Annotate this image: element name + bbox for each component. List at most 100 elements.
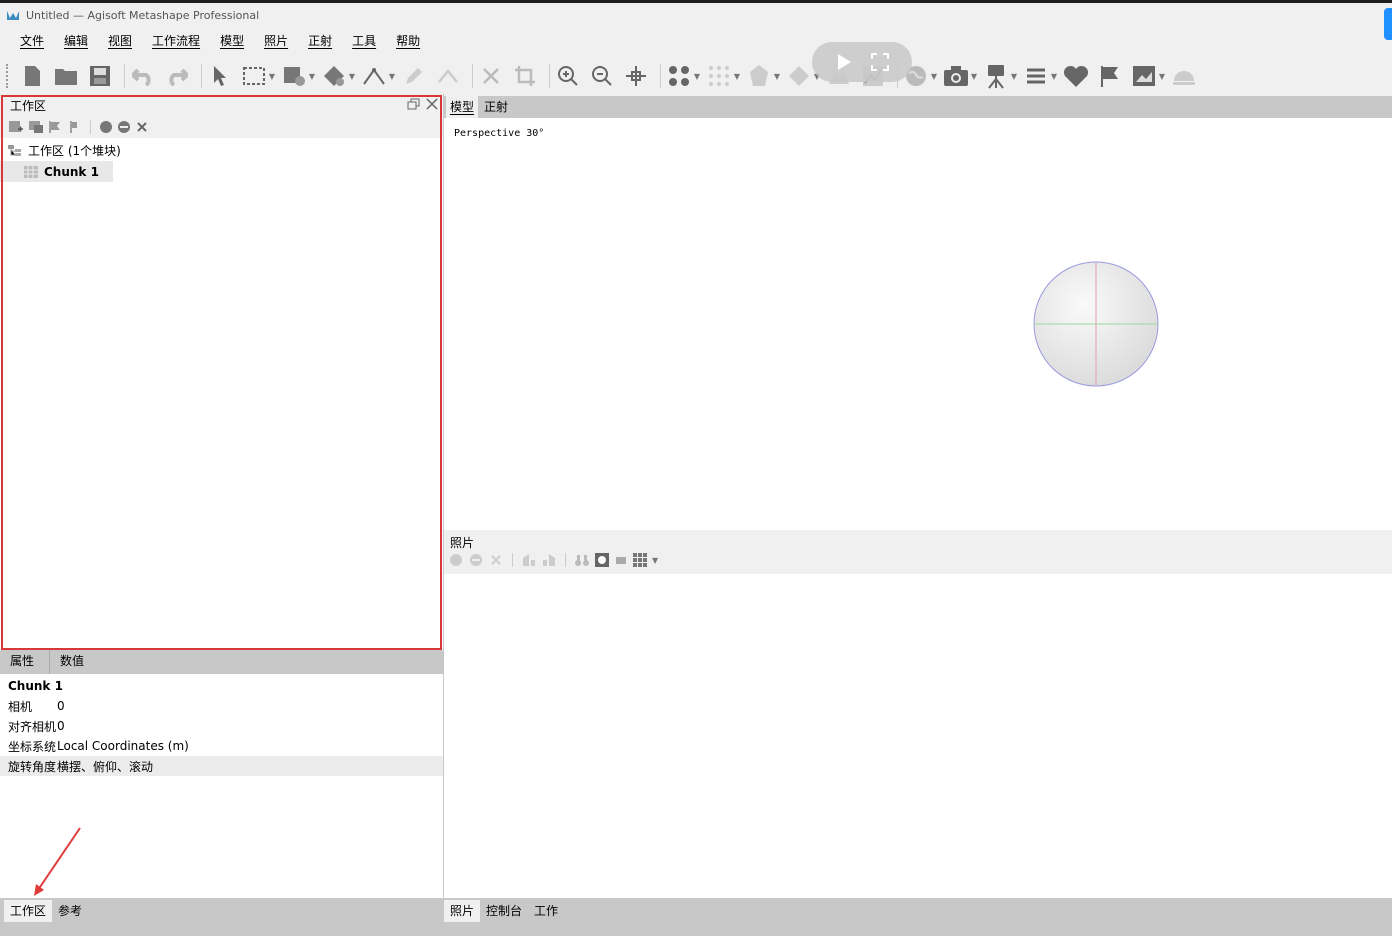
tab-photos[interactable]: 照片 — [444, 900, 481, 922]
tab-ortho[interactable]: 正射 — [480, 96, 512, 118]
camera-tripod-icon[interactable] — [982, 62, 1010, 90]
tab-jobs[interactable]: 工作 — [528, 900, 564, 922]
redo-icon[interactable] — [163, 62, 191, 90]
undo-icon[interactable] — [129, 62, 157, 90]
marker-tool-icon[interactable] — [320, 62, 348, 90]
heart-marker-icon[interactable] — [1062, 62, 1090, 90]
pencil-icon[interactable] — [400, 62, 428, 90]
dense-points-icon[interactable] — [705, 62, 733, 90]
tab-console[interactable]: 控制台 — [480, 900, 528, 922]
chevron-down-icon[interactable]: ▼ — [693, 62, 701, 90]
menu-workflow[interactable]: 工作流程 — [142, 28, 210, 54]
toolbar-separator — [512, 553, 513, 567]
add-photos-icon[interactable] — [28, 120, 44, 134]
image-icon[interactable] — [1130, 62, 1158, 90]
toolbar-separator — [549, 64, 550, 88]
tiled-model-icon[interactable] — [785, 62, 813, 90]
column-value[interactable]: 数值 — [50, 650, 94, 674]
metashape-window: Untitled — Agisoft Metashape Professiona… — [0, 0, 1392, 936]
chevron-down-icon[interactable]: ▼ — [1050, 62, 1058, 90]
crop-icon[interactable] — [511, 62, 539, 90]
flag-icon[interactable] — [1096, 62, 1124, 90]
workspace-root-item[interactable]: 工作区 (1个堆块) — [0, 140, 443, 161]
toolbar-separator — [124, 64, 125, 88]
reset-view-icon[interactable] — [622, 62, 650, 90]
fullscreen-icon[interactable] — [871, 53, 889, 71]
property-key: 对齐相机 — [8, 719, 57, 734]
save-icon[interactable] — [86, 62, 114, 90]
grid-view-icon[interactable] — [632, 552, 648, 568]
photos-pane[interactable] — [444, 574, 1392, 898]
rectangle-select-icon[interactable] — [240, 62, 268, 90]
menu-file[interactable]: 文件 — [10, 28, 54, 54]
points-icon[interactable] — [665, 62, 693, 90]
zoom-out-icon[interactable] — [588, 62, 616, 90]
toolbar-separator — [565, 553, 566, 567]
chevron-down-icon[interactable]: ▼ — [308, 62, 316, 90]
shape-draw-icon[interactable] — [280, 62, 308, 90]
chevron-down-icon[interactable]: ▼ — [970, 62, 978, 90]
menu-model[interactable]: 模型 — [210, 28, 254, 54]
toolbar-separator — [660, 64, 661, 88]
menu-view[interactable]: 视图 — [98, 28, 142, 54]
chevron-down-icon[interactable]: ▼ — [268, 62, 276, 90]
zoom-in-icon[interactable] — [554, 62, 582, 90]
rotate-right-icon[interactable] — [521, 552, 537, 568]
menu-tools[interactable]: 工具 — [342, 28, 386, 54]
binoculars-icon[interactable] — [574, 552, 590, 568]
tab-workspace[interactable]: 工作区 — [4, 900, 53, 922]
chunk-item[interactable]: Chunk 1 — [0, 161, 113, 182]
column-property[interactable]: 属性 — [0, 650, 50, 674]
enable-icon[interactable] — [99, 120, 113, 134]
menu-edit[interactable]: 编辑 — [54, 28, 98, 54]
thumbnail-icon[interactable] — [614, 553, 628, 567]
select-pointer-icon[interactable] — [206, 62, 234, 90]
chevron-down-icon[interactable]: ▼ — [1158, 62, 1166, 90]
enable-icon[interactable] — [448, 552, 464, 568]
rotate-left-icon[interactable] — [541, 552, 557, 568]
mesh-icon[interactable] — [745, 62, 773, 90]
property-row: 旋转角度 横摆、俯仰、滚动 — [0, 756, 443, 776]
presentation-overlay — [812, 42, 912, 82]
remove-icon[interactable] — [488, 552, 504, 568]
undock-icon[interactable] — [407, 97, 421, 111]
polyline-icon[interactable] — [434, 62, 462, 90]
add-chunk-icon[interactable] — [8, 120, 24, 134]
chunk-label: Chunk 1 — [44, 164, 99, 179]
workspace-tree-icon — [8, 144, 21, 156]
chevron-down-icon[interactable]: ▼ — [652, 556, 658, 565]
menu-photos[interactable]: 照片 — [254, 28, 298, 54]
remove-icon[interactable] — [135, 120, 149, 134]
delete-icon[interactable] — [477, 62, 505, 90]
property-key: 旋转角度 — [8, 759, 57, 774]
chevron-down-icon[interactable]: ▼ — [930, 62, 938, 90]
camera-icon[interactable] — [942, 62, 970, 90]
trackball-sphere[interactable] — [1032, 260, 1160, 388]
model-viewport[interactable]: Perspective 30° — [444, 118, 1392, 530]
play-icon[interactable] — [835, 53, 853, 71]
open-folder-icon[interactable] — [52, 62, 80, 90]
disable-icon[interactable] — [468, 552, 484, 568]
chevron-down-icon[interactable]: ▼ — [388, 62, 396, 90]
close-icon[interactable] — [425, 97, 439, 111]
property-row: 相机 0 — [0, 696, 443, 716]
menu-ortho[interactable]: 正射 — [298, 28, 342, 54]
chevron-down-icon[interactable]: ▼ — [733, 62, 741, 90]
dome-icon[interactable] — [1170, 62, 1198, 90]
new-document-icon[interactable] — [18, 62, 46, 90]
add-marker-icon[interactable] — [48, 120, 64, 134]
ruler-icon[interactable] — [360, 62, 388, 90]
disable-icon[interactable] — [117, 120, 131, 134]
model-tabs: 模型 正射 — [444, 96, 1392, 118]
tab-model[interactable]: 模型 — [446, 96, 479, 118]
mask-icon[interactable] — [594, 552, 610, 568]
toolbar-grip[interactable] — [6, 64, 10, 88]
chevron-down-icon[interactable]: ▼ — [773, 62, 781, 90]
chevron-down-icon[interactable]: ▼ — [348, 62, 356, 90]
add-shape-icon[interactable] — [68, 120, 82, 134]
list-icon[interactable] — [1022, 62, 1050, 90]
chevron-down-icon[interactable]: ▼ — [1010, 62, 1018, 90]
menu-help[interactable]: 帮助 — [386, 28, 430, 54]
workspace-panel: 工作区 工作区 (1个堆块) Chunk 1 — [0, 94, 443, 650]
tab-reference[interactable]: 参考 — [52, 900, 88, 922]
